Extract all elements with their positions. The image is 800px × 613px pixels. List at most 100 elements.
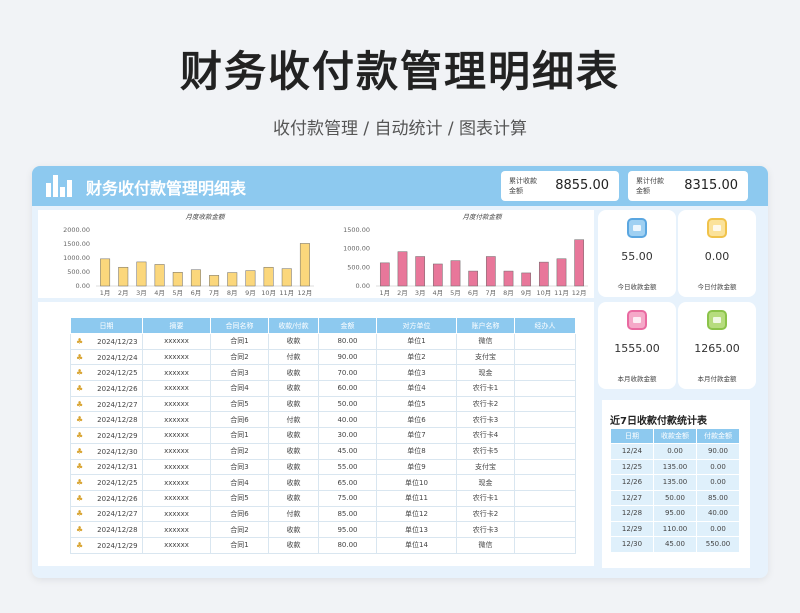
table-cell: xxxxxx <box>142 458 211 476</box>
table-row[interactable]: ♣ 2024/12/25 xxxxxx 合同3 收款 70.00 单位3 现金 <box>70 364 576 382</box>
table-row[interactable]: ♣ 2024/12/24 xxxxxx 合同2 付款 90.00 单位2 支付宝 <box>70 348 576 366</box>
week-cell: 0.00 <box>696 474 740 491</box>
table-row[interactable]: ♣ 2024/12/27 xxxxxx 合同6 付款 85.00 单位12 农行卡2 <box>70 505 576 523</box>
table-cell: ♣ 2024/12/28 <box>70 521 143 538</box>
month-receipt-value: 1555.00 <box>614 342 660 355</box>
table-cell: xxxxxx <box>142 364 211 382</box>
table-cell: 95.00 <box>318 521 377 538</box>
table-cell: 农行卡5 <box>456 442 515 460</box>
table-cell: 50.00 <box>318 395 377 413</box>
table-cell: 农行卡1 <box>456 380 515 397</box>
table-cell: 付款 <box>268 348 319 366</box>
table-cell: xxxxxx <box>142 395 211 413</box>
table-cell: ♣ 2024/12/27 <box>70 505 143 523</box>
table-cell: 现金 <box>456 474 515 491</box>
week-cell: 0.00 <box>696 458 740 475</box>
table-cell: 农行卡1 <box>456 489 515 507</box>
table-cell: 现金 <box>456 364 515 382</box>
week-row: 12/30 45.00 550.00 <box>610 536 740 553</box>
table-cell: 合同1 <box>210 427 269 444</box>
week-cell: 95.00 <box>653 505 697 522</box>
table-cell: 微信 <box>456 536 515 554</box>
table-cell: 单位10 <box>376 474 457 491</box>
weekly-stats-panel: 近7日收款付款统计表 日期 收款金额 付款金额 12/24 0.00 90.00 12/2… <box>602 400 750 568</box>
bar <box>136 261 147 287</box>
bar <box>172 272 183 287</box>
bar <box>100 258 111 287</box>
table-cell: 30.00 <box>318 427 377 444</box>
bar <box>556 258 567 287</box>
table-row[interactable]: ♣ 2024/12/25 xxxxxx 合同4 收款 65.00 单位10 现金 <box>70 474 576 491</box>
total-payment-value: 8315.00 <box>684 178 738 193</box>
wallet-icon <box>707 310 727 330</box>
x-tick-label: 3月 <box>415 289 426 297</box>
table-row[interactable]: ♣ 2024/12/26 xxxxxx 合同4 收款 60.00 单位4 农行卡1 <box>70 380 576 397</box>
table-cell: 90.00 <box>318 348 377 366</box>
week-cell: 0.00 <box>653 443 697 460</box>
table-row[interactable]: ♣ 2024/12/31 xxxxxx 合同3 收款 55.00 单位9 支付宝 <box>70 458 576 476</box>
table-cell <box>514 333 576 350</box>
x-tick-label: 3月 <box>136 289 147 297</box>
weekly-stats-table: 日期 收款金额 付款金额 12/24 0.00 90.00 12/25 135.00 0.00… <box>610 428 740 553</box>
table-cell: xxxxxx <box>142 505 211 523</box>
table-row[interactable]: ♣ 2024/12/27 xxxxxx 合同5 收款 50.00 单位5 农行卡2 <box>70 395 576 413</box>
table-row[interactable]: ♣ 2024/12/23 xxxxxx 合同1 收款 80.00 单位1 微信 <box>70 333 576 350</box>
table-cell: 合同6 <box>210 505 269 523</box>
receipt-icon: ♣ <box>76 540 84 550</box>
x-tick-label: 5月 <box>450 289 461 297</box>
table-row[interactable]: ♣ 2024/12/26 xxxxxx 合同5 收款 75.00 单位11 农行卡1 <box>70 489 576 507</box>
x-tick-label: 6月 <box>191 289 202 297</box>
y-tick-label: 1000.00 <box>63 254 90 262</box>
table-cell: ♣ 2024/12/23 <box>70 333 143 350</box>
month-payment-value: 1265.00 <box>694 342 740 355</box>
x-tick-label: 11月 <box>554 289 569 297</box>
week-cell: 550.00 <box>696 536 740 553</box>
table-header-cell: 日期 <box>70 317 143 334</box>
table-cell: 收款 <box>268 427 319 444</box>
week-row: 12/27 50.00 85.00 <box>610 489 740 506</box>
total-receipt-box: 累计收款金额 8855.00 <box>501 171 619 201</box>
table-cell: 收款 <box>268 489 319 507</box>
x-tick-label: 9月 <box>245 289 256 297</box>
week-cell: 12/26 <box>610 474 654 491</box>
table-row[interactable]: ♣ 2024/12/28 xxxxxx 合同6 付款 40.00 单位6 农行卡3 <box>70 411 576 429</box>
table-cell: xxxxxx <box>142 427 211 444</box>
table-cell: 合同3 <box>210 364 269 382</box>
table-cell: 单位3 <box>376 364 457 382</box>
month-payment-tile: 1265.00 本月付款金额 <box>678 302 756 389</box>
week-cell: 12/28 <box>610 505 654 522</box>
table-row[interactable]: ♣ 2024/12/30 xxxxxx 合同2 收款 45.00 单位8 农行卡5 <box>70 442 576 460</box>
x-tick-label: 9月 <box>521 289 532 297</box>
table-cell: 80.00 <box>318 333 377 350</box>
table-row[interactable]: ♣ 2024/12/28 xxxxxx 合同2 收款 95.00 单位13 农行卡3 <box>70 521 576 538</box>
table-row[interactable]: ♣ 2024/12/29 xxxxxx 合同1 收款 80.00 单位14 微信 <box>70 536 576 554</box>
x-tick-label: 12月 <box>572 289 587 297</box>
table-row[interactable]: ♣ 2024/12/29 xxxxxx 合同1 收款 30.00 单位7 农行卡4 <box>70 427 576 444</box>
y-tick-label: 2000.00 <box>63 226 90 234</box>
wallet-icon <box>627 310 647 330</box>
table-cell: 收款 <box>268 458 319 476</box>
y-tick-label: 500.00 <box>347 263 370 271</box>
bar <box>538 261 549 287</box>
table-cell: xxxxxx <box>142 474 211 491</box>
week-cell: 12/29 <box>610 520 654 537</box>
week-cell: 85.00 <box>696 489 740 506</box>
month-receipt-label: 本月收款金额 <box>617 375 657 383</box>
table-cell: 收款 <box>268 364 319 382</box>
today-receipt-value: 55.00 <box>621 250 653 263</box>
table-cell: ♣ 2024/12/29 <box>70 536 143 554</box>
table-cell: xxxxxx <box>142 333 211 350</box>
table-cell: 75.00 <box>318 489 377 507</box>
x-tick-label: 7月 <box>209 289 220 297</box>
table-cell: ♣ 2024/12/25 <box>70 474 143 491</box>
bar <box>209 275 220 287</box>
table-cell: 合同5 <box>210 395 269 413</box>
table-cell: 合同2 <box>210 442 269 460</box>
table-cell <box>514 411 576 429</box>
table-cell: 单位9 <box>376 458 457 476</box>
payment-icon: ♣ <box>76 509 84 519</box>
table-cell: 单位4 <box>376 380 457 397</box>
week-cell: 45.00 <box>653 536 697 553</box>
row-date: 2024/12/25 <box>97 369 138 378</box>
table-cell: 单位2 <box>376 348 457 366</box>
